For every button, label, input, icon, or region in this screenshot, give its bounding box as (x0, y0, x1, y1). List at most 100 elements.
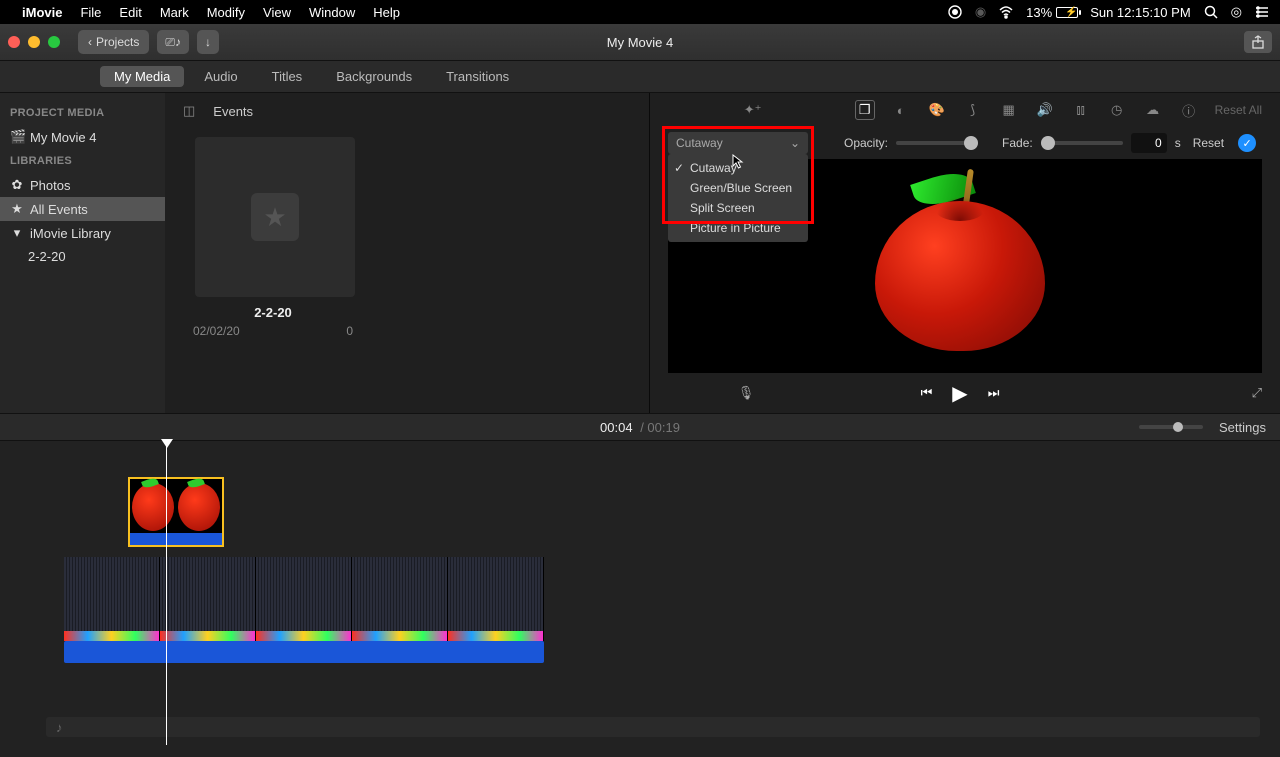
menu-window[interactable]: Window (309, 5, 355, 20)
tab-backgrounds[interactable]: Backgrounds (322, 66, 426, 87)
viewer-panel: ✦⁺ ❐ ◐ 🎨 ⟆ ▦ 🔊 ⫾⫾ ◷ ☁ ⓘ Reset All Cutawa… (650, 93, 1280, 413)
volume-icon[interactable]: 🔊 (1035, 100, 1055, 120)
menu-help[interactable]: Help (373, 5, 400, 20)
tab-my-media[interactable]: My Media (100, 66, 184, 87)
siri-icon[interactable]: ◎ (1231, 4, 1242, 20)
menu-edit[interactable]: Edit (119, 5, 141, 20)
sidebar-toggle-icon[interactable]: ◫ (183, 103, 195, 119)
sidebar-item-label: 2-2-20 (28, 249, 66, 264)
transport-controls: ⏮ ▶ ⏭ (921, 381, 1000, 406)
mac-menubar: iMovie File Edit Mark Modify View Window… (0, 0, 1280, 24)
info-icon[interactable]: ⓘ (1179, 100, 1199, 120)
fullscreen-icon[interactable]: ⤢ (1252, 385, 1262, 401)
menu-item-green-blue-screen[interactable]: Green/Blue Screen (668, 178, 808, 198)
main-split: PROJECT MEDIA 🎬 My Movie 4 LIBRARIES ✿ P… (0, 93, 1280, 413)
menu-view[interactable]: View (263, 5, 291, 20)
share-button[interactable] (1244, 31, 1272, 53)
sidebar-item-photos[interactable]: ✿ Photos (0, 173, 165, 197)
sidebar-item-event[interactable]: 2-2-20 (0, 245, 165, 268)
back-to-projects-button[interactable]: ‹ Projects (78, 30, 149, 54)
next-frame-button[interactable]: ⏭ (988, 385, 1000, 401)
stabilization-icon[interactable]: ▦ (999, 100, 1019, 120)
fade-value: 0 (1155, 136, 1162, 150)
playhead-time: 00:04 (600, 420, 633, 435)
viewer-transport-bar: 🎙 ⏮ ▶ ⏭ ⤢ (650, 373, 1280, 413)
play-button[interactable]: ▶ (952, 381, 967, 406)
preview-content-apple (875, 181, 1055, 351)
prev-frame-button[interactable]: ⏮ (921, 385, 933, 401)
sidebar-item-imovie-library[interactable]: ▾ iMovie Library (0, 221, 165, 245)
timeline-area[interactable]: ♪ (0, 441, 1280, 757)
control-center-icon[interactable] (1254, 4, 1270, 20)
playhead[interactable] (166, 441, 167, 745)
slider-knob[interactable] (1041, 136, 1055, 150)
apply-check-button[interactable]: ✓ (1238, 134, 1256, 152)
fade-slider[interactable] (1041, 141, 1123, 145)
event-thumbnail[interactable]: ★ (195, 137, 355, 297)
wifi-icon[interactable] (998, 4, 1014, 20)
menu-mark[interactable]: Mark (160, 5, 189, 20)
speed-icon[interactable]: ◷ (1107, 100, 1127, 120)
fade-value-field[interactable]: 0 (1131, 133, 1167, 153)
sidebar-item-label: My Movie 4 (30, 130, 96, 145)
sidebar-heading-project: PROJECT MEDIA (0, 101, 165, 125)
crop-icon[interactable]: ⟆ (963, 100, 983, 120)
slider-knob[interactable] (964, 136, 978, 150)
tab-titles[interactable]: Titles (258, 66, 317, 87)
zoom-window-button[interactable] (48, 36, 60, 48)
primary-video-clip[interactable] (64, 557, 544, 641)
sidebar-item-project[interactable]: 🎬 My Movie 4 (0, 125, 165, 149)
enhance-wand-icon[interactable]: ✦⁺ (743, 100, 763, 120)
voiceover-mic-icon[interactable]: 🎙 (738, 385, 755, 401)
menu-file[interactable]: File (80, 5, 101, 20)
sidebar-heading-libraries: LIBRARIES (0, 149, 165, 173)
event-caption: 2-2-20 (183, 305, 363, 320)
tab-transitions[interactable]: Transitions (432, 66, 523, 87)
clip-thumbnail (160, 557, 256, 641)
overlay-type-dropdown[interactable]: Cutaway ⌄ (668, 132, 808, 154)
menubar-clock[interactable]: Sun 12:15:10 PM (1090, 5, 1190, 20)
timeline-zoom-slider[interactable] (1139, 425, 1203, 429)
star-placeholder-icon: ★ (251, 193, 299, 241)
reset-button[interactable]: Reset (1193, 136, 1224, 150)
battery-status[interactable]: 13% ⚡ (1026, 5, 1078, 20)
menu-item-split-screen[interactable]: Split Screen (668, 198, 808, 218)
menu-modify[interactable]: Modify (207, 5, 245, 20)
dropdown-selected-label: Cutaway (676, 136, 723, 150)
tab-audio[interactable]: Audio (190, 66, 251, 87)
battery-icon: ⚡ (1056, 7, 1078, 18)
opacity-slider[interactable] (896, 141, 978, 145)
menu-item-picture-in-picture[interactable]: Picture in Picture (668, 218, 808, 238)
window-controls (8, 36, 60, 48)
fade-label: Fade: (1002, 136, 1033, 150)
overlay-type-dropdown-wrap: Cutaway ⌄ Cutaway Green/Blue Screen Spli… (668, 132, 808, 154)
clip-filter-icon[interactable]: ☁ (1143, 100, 1163, 120)
clip-thumbnail (448, 557, 544, 641)
reset-all-button[interactable]: Reset All (1215, 103, 1262, 117)
battery-pct-label: 13% (1026, 5, 1052, 20)
video-overlay-settings-icon[interactable]: ❐ (855, 100, 875, 120)
primary-audio-clip[interactable] (64, 641, 544, 663)
noise-eq-icon[interactable]: ⫾⫾ (1071, 100, 1091, 120)
minimize-window-button[interactable] (28, 36, 40, 48)
overlay-clip[interactable] (128, 477, 224, 547)
media-tabs: My Media Audio Titles Backgrounds Transi… (0, 61, 1280, 93)
chevron-left-icon: ‹ (88, 35, 92, 49)
download-button[interactable]: ↓ (197, 30, 219, 54)
color-balance-icon[interactable]: ◐ (891, 100, 911, 120)
media-browser: ◫ Events ★ 2-2-20 02/02/20 0 (165, 93, 650, 413)
app-menu[interactable]: iMovie (22, 5, 62, 20)
media-import-button[interactable]: ⎚♪ (157, 30, 189, 54)
library-sidebar: PROJECT MEDIA 🎬 My Movie 4 LIBRARIES ✿ P… (0, 93, 165, 413)
timeline-settings-button[interactable]: Settings (1219, 420, 1266, 435)
slider-knob[interactable] (1173, 422, 1183, 432)
disclosure-triangle-icon[interactable]: ▾ (10, 225, 24, 241)
background-music-well[interactable]: ♪ (46, 717, 1260, 737)
color-correction-icon[interactable]: 🎨 (927, 100, 947, 120)
total-duration: / 00:19 (640, 420, 680, 435)
spotlight-icon[interactable] (1203, 4, 1219, 20)
clip-thumbnail (178, 483, 220, 531)
sidebar-item-all-events[interactable]: ★ All Events (0, 197, 165, 221)
record-status-icon[interactable] (947, 4, 963, 20)
close-window-button[interactable] (8, 36, 20, 48)
